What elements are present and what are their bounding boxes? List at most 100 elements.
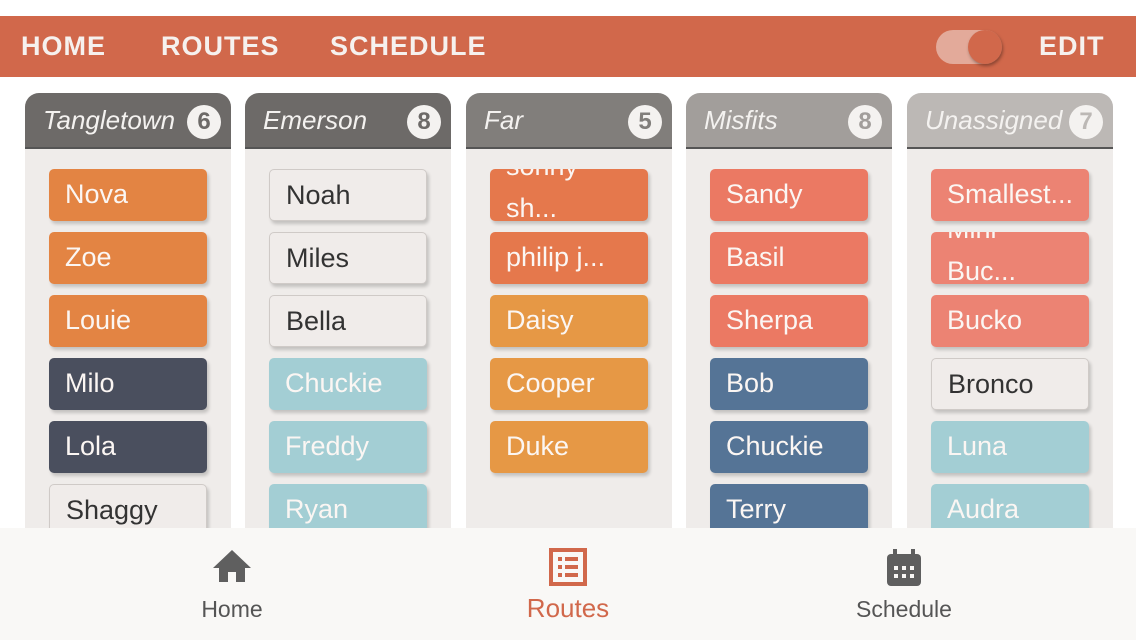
dog-card[interactable]: Luna <box>931 421 1089 473</box>
dog-card[interactable]: Bella <box>269 295 427 347</box>
tab-routes-label: Routes <box>526 593 610 623</box>
dog-card[interactable]: sonny sh... <box>490 169 648 221</box>
route-column: Unassigned7 Smallest... Mini Buc... Bucko Br… <box>907 93 1113 528</box>
dog-name: Louie <box>65 305 132 335</box>
tab-schedule[interactable]: Schedule <box>804 528 1004 640</box>
dog-name: Nova <box>65 179 129 209</box>
column-body: Sandy Basil Sherpa Bob Chuckie Terry <box>686 149 892 528</box>
dog-card[interactable]: Freddy <box>269 421 427 473</box>
dog-card[interactable]: Bob <box>710 358 868 410</box>
dog-card[interactable]: Duke <box>490 421 648 473</box>
dog-name: Miles <box>286 243 350 273</box>
dog-card[interactable]: Louie <box>49 295 207 347</box>
dog-name: sonny sh... <box>506 169 578 221</box>
dog-card[interactable]: Basil <box>710 232 868 284</box>
bottom-tab-bar: Home Routes Schedule <box>0 528 1136 640</box>
nav-schedule[interactable]: SCHEDULE <box>330 16 487 77</box>
dog-name: Bob <box>726 368 775 398</box>
dog-name: Luna <box>947 431 1008 461</box>
dog-name: Sherpa <box>726 305 814 335</box>
dog-name: Milo <box>65 368 115 398</box>
dog-name: Freddy <box>285 431 370 461</box>
dog-card[interactable]: Zoe <box>49 232 207 284</box>
column-header[interactable]: Emerson 8 <box>245 93 451 149</box>
list-icon <box>549 548 587 591</box>
dog-name: Chuckie <box>726 431 824 461</box>
nav-routes[interactable]: ROUTES <box>161 16 280 77</box>
edit-toggle[interactable] <box>936 30 1002 64</box>
dog-name: Lola <box>65 431 117 461</box>
tab-routes[interactable]: Routes <box>468 528 668 640</box>
route-board: Tangletown 6 Nova Zoe Louie Milo Lola Shaggy Eme… <box>0 77 1136 528</box>
dog-card[interactable]: Chuckie <box>710 421 868 473</box>
dog-card[interactable]: Noah <box>269 169 427 221</box>
column-count-badge: 5 <box>628 105 662 139</box>
dog-card[interactable]: Ryan <box>269 484 427 528</box>
home-icon <box>212 548 252 589</box>
column-title: Unassigned <box>925 104 1063 135</box>
route-column: Emerson 8 Noah Miles Bella Chuckie Freddy Ryan <box>245 93 451 528</box>
dog-name: Terry <box>726 494 786 524</box>
column-count-badge: 7 <box>1069 105 1103 139</box>
dog-card[interactable]: Sandy <box>710 169 868 221</box>
column-title: Emerson <box>263 104 368 135</box>
dog-name: Chuckie <box>285 368 383 398</box>
column-count-badge: 8 <box>848 105 882 139</box>
dog-card[interactable]: Lola <box>49 421 207 473</box>
column-title: Misfits <box>704 104 778 135</box>
dog-card[interactable]: Miles <box>269 232 427 284</box>
dog-name: Bronco <box>948 369 1034 399</box>
dog-card[interactable]: Audra <box>931 484 1089 528</box>
dog-card[interactable]: Sherpa <box>710 295 868 347</box>
dog-card[interactable]: Bronco <box>931 358 1089 410</box>
dog-name: Smallest... <box>947 179 1074 209</box>
route-column: Misfits 8 Sandy Basil Sherpa Bob Chuckie Terry <box>686 93 892 528</box>
column-body: Noah Miles Bella Chuckie Freddy Ryan <box>245 149 451 528</box>
dog-name: Ryan <box>285 494 349 524</box>
dog-name: Bucko <box>947 305 1023 335</box>
dog-card[interactable]: philip j... <box>490 232 648 284</box>
tab-schedule-label: Schedule <box>856 596 952 622</box>
dog-card[interactable]: Cooper <box>490 358 648 410</box>
route-column: Tangletown 6 Nova Zoe Louie Milo Lola Shaggy <box>25 93 231 528</box>
top-nav-bar: HOME ROUTES SCHEDULE EDIT <box>0 16 1136 77</box>
column-header[interactable]: Unassigned 7 <box>907 93 1113 149</box>
column-header[interactable]: Far 5 <box>466 93 672 149</box>
column-count-badge: 8 <box>407 105 441 139</box>
column-body: sonny sh... philip j... Daisy Cooper Duke <box>466 149 672 528</box>
toggle-knob <box>968 30 1002 64</box>
dog-name: Shaggy <box>66 495 158 525</box>
dog-name: Basil <box>726 242 785 272</box>
route-column: Far 5 sonny sh... philip j... Daisy Cooper Duk… <box>466 93 672 528</box>
dog-card[interactable]: Shaggy <box>49 484 207 528</box>
edit-button[interactable]: EDIT <box>1039 16 1105 77</box>
tab-home-label: Home <box>201 596 263 622</box>
dog-card[interactable]: Smallest... <box>931 169 1089 221</box>
dog-name: Mini Buc... <box>947 232 1017 284</box>
dog-name: Noah <box>286 180 351 210</box>
dog-card[interactable]: Daisy <box>490 295 648 347</box>
app: HOME ROUTES SCHEDULE EDIT Tangletown 6 Nov… <box>0 0 1136 640</box>
dog-card[interactable]: Mini Buc... <box>931 232 1089 284</box>
dog-card[interactable]: Nova <box>49 169 207 221</box>
calendar-icon <box>885 548 923 593</box>
dog-name: philip j... <box>506 242 606 272</box>
column-body: Smallest... Mini Buc... Bucko Bronco Luna Aud… <box>907 149 1113 528</box>
column-header[interactable]: Misfits 8 <box>686 93 892 149</box>
dog-name: Duke <box>506 431 570 461</box>
dog-card[interactable]: Terry <box>710 484 868 528</box>
dog-name: Daisy <box>506 305 574 335</box>
column-body: Nova Zoe Louie Milo Lola Shaggy <box>25 149 231 528</box>
column-title: Far <box>484 104 523 135</box>
tab-home[interactable]: Home <box>132 528 332 640</box>
column-title: Tangletown <box>43 104 176 135</box>
column-header[interactable]: Tangletown 6 <box>25 93 231 149</box>
nav-home[interactable]: HOME <box>21 16 106 77</box>
column-count-badge: 6 <box>187 105 221 139</box>
dog-name: Bella <box>286 306 347 336</box>
dog-name: Sandy <box>726 179 803 209</box>
dog-card[interactable]: Bucko <box>931 295 1089 347</box>
dog-card[interactable]: Milo <box>49 358 207 410</box>
dog-name: Cooper <box>506 368 595 398</box>
dog-card[interactable]: Chuckie <box>269 358 427 410</box>
